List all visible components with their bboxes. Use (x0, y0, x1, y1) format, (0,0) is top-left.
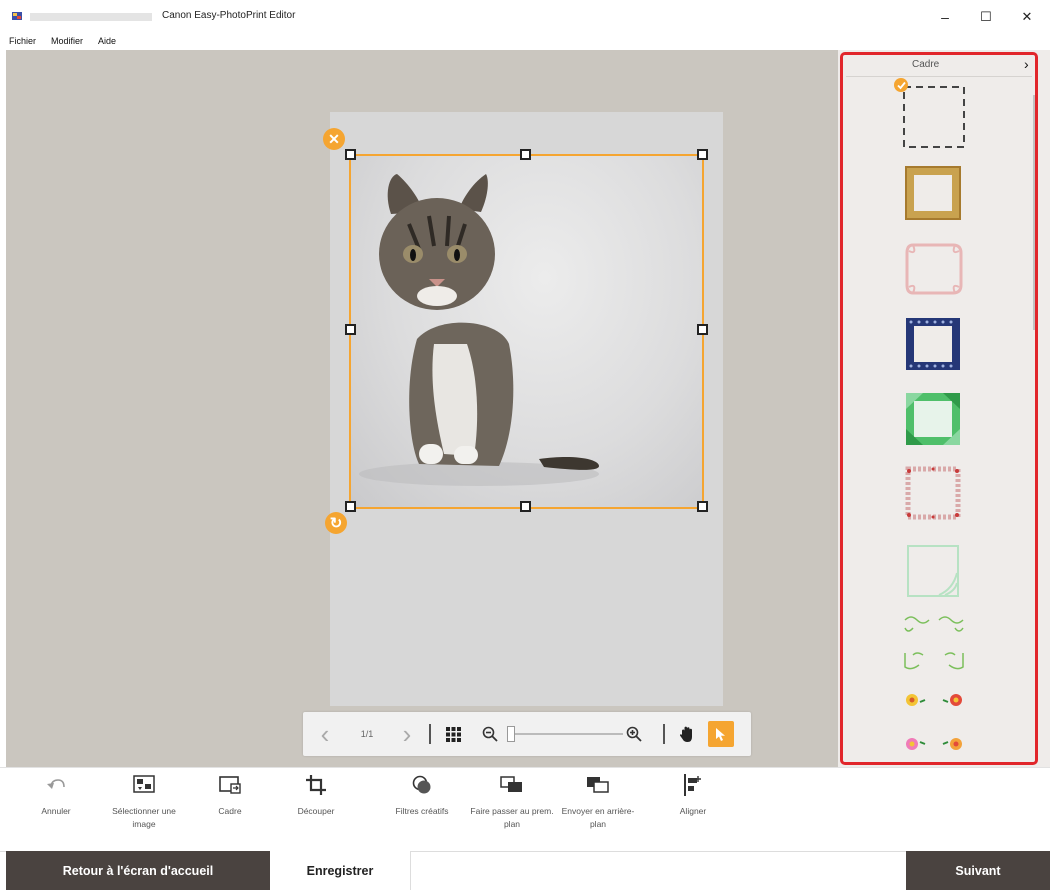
bring-to-front-button[interactable]: Faire passer au prem. plan (469, 771, 555, 831)
resize-handle-top-right[interactable] (697, 149, 708, 160)
undo-button[interactable]: Annuler (13, 771, 99, 818)
zoom-slider-thumb[interactable] (507, 726, 515, 742)
crop-icon (306, 775, 326, 795)
creative-filters-label: Filtres créatifs (395, 806, 449, 816)
send-back-icon (587, 777, 609, 793)
select-image-icon (133, 775, 155, 793)
frame-button[interactable]: Cadre (187, 771, 273, 818)
page-navigation-bar: ‹ 1/1 › (303, 712, 751, 756)
align-icon (684, 774, 701, 796)
zoom-in-icon[interactable] (623, 712, 645, 756)
align-button[interactable]: Aligner (650, 771, 736, 818)
menu-aide[interactable]: Aide (98, 36, 116, 46)
title-bar: Canon Easy-PhotoPrint Editor – ☐ ✕ (0, 0, 1050, 34)
select-image-label: Sélectionner une image (112, 806, 176, 829)
grid-view-icon[interactable] (441, 712, 465, 756)
undo-label: Annuler (41, 806, 71, 816)
title-redacted (30, 13, 152, 21)
send-to-back-label: Envoyer en arrière-plan (561, 806, 635, 829)
resize-handle-bottom-left[interactable] (345, 501, 356, 512)
resize-handle-top[interactable] (520, 149, 531, 160)
divider (663, 724, 665, 744)
next-page-button[interactable]: › (395, 712, 419, 756)
previous-page-button[interactable]: ‹ (313, 712, 337, 756)
minimize-button[interactable]: – (925, 6, 965, 28)
bring-front-icon (500, 776, 522, 792)
window-title: Canon Easy-PhotoPrint Editor (162, 10, 296, 21)
selection-frame[interactable] (349, 154, 704, 509)
creative-filters-button[interactable]: Filtres créatifs (379, 771, 465, 818)
crop-button[interactable]: Découper (273, 771, 359, 818)
bring-to-front-label: Faire passer au prem. plan (470, 806, 554, 829)
select-tool-button[interactable] (708, 721, 734, 747)
menu-bar: Fichier Modifier Aide (0, 34, 1050, 50)
send-to-back-button[interactable]: Envoyer en arrière-plan (555, 771, 641, 831)
hand-tool-icon[interactable] (673, 712, 701, 756)
maximize-button[interactable]: ☐ (966, 6, 1006, 28)
close-button[interactable]: ✕ (1007, 6, 1047, 28)
next-button[interactable]: Suivant (906, 851, 1050, 890)
remove-image-button[interactable]: ✕ (323, 128, 345, 150)
divider (429, 724, 431, 744)
zoom-out-icon[interactable] (479, 712, 501, 756)
filters-icon (412, 775, 431, 794)
save-button[interactable]: Enregistrer (270, 851, 411, 890)
undo-icon (47, 779, 65, 789)
frame-label: Cadre (218, 806, 242, 816)
app-icon (12, 12, 22, 20)
resize-handle-bottom-right[interactable] (697, 501, 708, 512)
crop-label: Découper (297, 806, 335, 816)
resize-handle-top-left[interactable] (345, 149, 356, 160)
menu-modifier[interactable]: Modifier (51, 36, 83, 46)
resize-handle-left[interactable] (345, 324, 356, 335)
rotate-button[interactable]: ↻ (325, 512, 347, 534)
page-indicator: 1/1 (360, 729, 374, 739)
select-image-button[interactable]: Sélectionner une image (101, 771, 187, 831)
back-to-home-button[interactable]: Retour à l'écran d'accueil (6, 851, 270, 890)
menu-fichier[interactable]: Fichier (9, 36, 36, 46)
resize-handle-right[interactable] (697, 324, 708, 335)
frame-icon (219, 776, 241, 794)
pointer-icon (716, 727, 725, 741)
align-label: Aligner (679, 806, 707, 816)
resize-handle-bottom[interactable] (520, 501, 531, 512)
zoom-slider[interactable] (507, 726, 623, 742)
frame-panel-highlight (840, 52, 1038, 765)
